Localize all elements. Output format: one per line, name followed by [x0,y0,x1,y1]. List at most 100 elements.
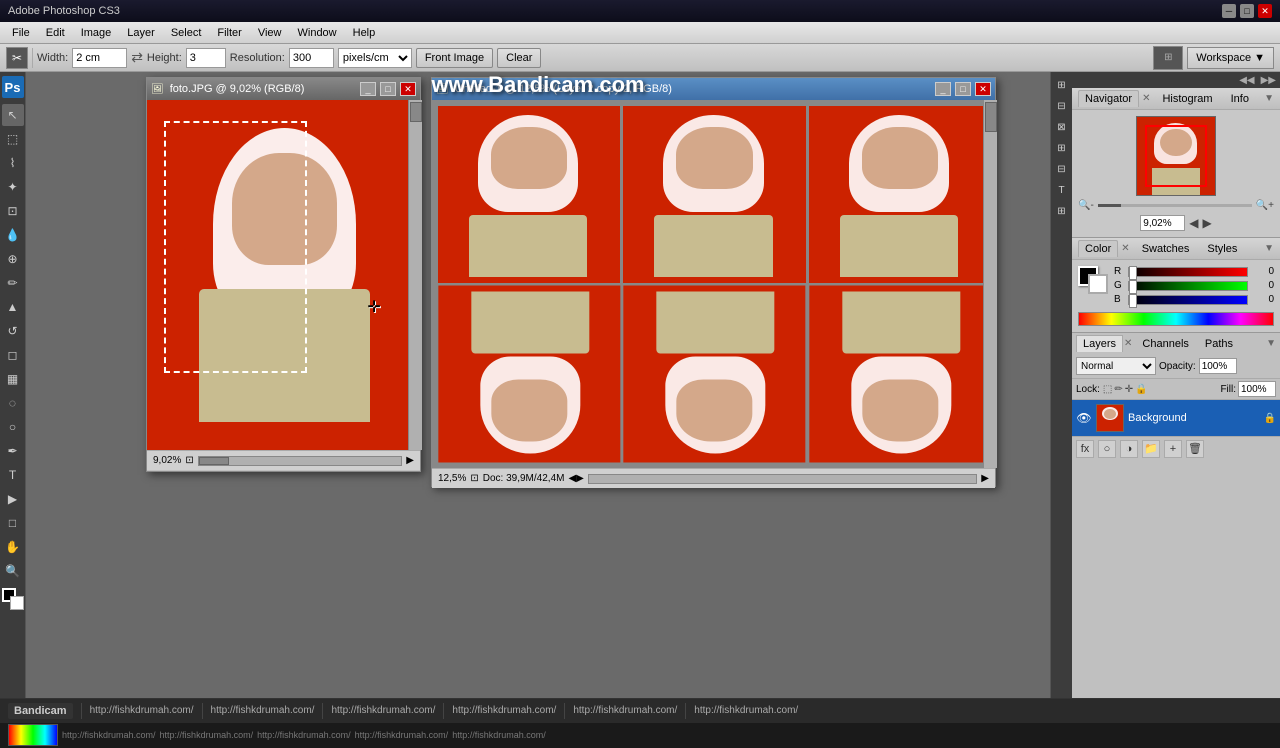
doc1-scroll-right[interactable]: ▶ [406,455,414,466]
front-image-button[interactable]: Front Image [416,48,493,68]
channels-tab[interactable]: Channels [1136,336,1194,352]
swap-icon[interactable]: ⇄ [131,49,143,66]
doc2-scroll-right[interactable]: ▶ [981,473,989,484]
lock-all-btn[interactable]: 🔒 [1135,384,1147,395]
workspace-button[interactable]: Workspace ▼ [1187,47,1274,69]
doc2-view-icon[interactable]: ⊡ [470,473,478,484]
doc1-view-icon[interactable]: ⊡ [185,455,193,466]
menu-edit[interactable]: Edit [38,25,73,41]
swatches-tab[interactable]: Swatches [1136,241,1196,257]
panel-icon-6[interactable]: T [1053,181,1071,199]
layer-mask-btn[interactable]: ○ [1098,440,1116,458]
gradient-tool[interactable]: ▦ [2,368,24,390]
panel-icon-7[interactable]: ⊞ [1053,202,1071,220]
fg-bg-color-picker[interactable] [1078,266,1108,294]
navigator-tab[interactable]: Navigator [1078,90,1139,107]
height-input[interactable] [186,48,226,68]
menu-view[interactable]: View [250,25,290,41]
background-color-swatch[interactable] [1088,274,1108,294]
navigator-options-btn[interactable]: ▼ [1264,93,1274,104]
zoom-out-icon[interactable]: 🔍- [1078,200,1094,211]
brush-tool[interactable]: ✏ [2,272,24,294]
menu-select[interactable]: Select [163,25,210,41]
zoom-in-icon[interactable]: 🔍+ [1256,200,1274,211]
panel-icon-5[interactable]: ⊟ [1053,160,1071,178]
menu-image[interactable]: Image [73,25,120,41]
color-options-btn[interactable]: ▼ [1264,243,1274,254]
doc1-hscroll-thumb[interactable] [199,457,229,465]
histogram-tab[interactable]: Histogram [1156,91,1218,107]
delete-layer-btn[interactable]: 🗑 [1186,440,1204,458]
layer-style-btn[interactable]: fx [1076,440,1094,458]
green-slider[interactable] [1128,281,1248,291]
info-tab[interactable]: Info [1225,91,1255,107]
doc2-close-btn[interactable]: ✕ [975,82,991,96]
minimize-btn[interactable]: ─ [1222,4,1236,18]
doc2-vscroll-thumb[interactable] [985,102,997,132]
width-input[interactable] [72,48,127,68]
zoom-slider-track[interactable] [1098,204,1252,207]
menu-help[interactable]: Help [345,25,384,41]
crop-tool[interactable]: ⊡ [2,200,24,222]
blend-mode-select[interactable]: Normal Multiply Screen [1076,357,1156,375]
doc2-restore-btn[interactable]: □ [955,82,971,96]
color-close-btn[interactable]: ✕ [1121,243,1129,254]
blue-slider-thumb[interactable] [1129,294,1137,308]
paths-tab[interactable]: Paths [1199,336,1239,352]
zoom-tool[interactable]: 🔍 [2,560,24,582]
text-tool[interactable]: T [2,464,24,486]
close-btn[interactable]: ✕ [1258,4,1272,18]
clone-stamp-tool[interactable]: ▲ [2,296,24,318]
doc2-minimize-btn[interactable]: _ [935,82,951,96]
group-layers-btn[interactable]: 📁 [1142,440,1160,458]
hand-tool[interactable]: ✋ [2,536,24,558]
doc2-info-arrow[interactable]: ◀▶ [568,473,583,484]
pen-tool[interactable]: ✒ [2,440,24,462]
eyedropper-tool[interactable]: 💧 [2,224,24,246]
doc1-maximize-btn[interactable]: □ [380,82,396,96]
red-slider-thumb[interactable] [1129,266,1137,280]
healing-brush-tool[interactable]: ⊕ [2,248,24,270]
layers-close-btn[interactable]: ✕ [1124,338,1132,349]
background-layer-item[interactable]: 👁 Background 🔒 [1072,400,1280,436]
doc1-close-btn[interactable]: ✕ [400,82,416,96]
doc2-titlebar[interactable]: 🖼 Untitled-1 @ 12,5% (Layer 2 copy 2, RG… [432,78,995,100]
panel-expand-right-btn[interactable]: ▶▶ [1261,75,1276,86]
resolution-unit-select[interactable]: pixels/cm pixels/inch [338,48,412,68]
workspace-icon[interactable]: ⊞ [1153,46,1183,70]
doc1-vscrollbar[interactable] [408,100,422,450]
navigator-zoom-input[interactable] [1140,215,1185,231]
navigator-zoom-decrease[interactable]: ◀ [1189,216,1198,230]
adjustment-layer-btn[interactable]: ◑ [1120,440,1138,458]
color-tab[interactable]: Color [1078,240,1118,257]
history-brush-tool[interactable]: ↺ [2,320,24,342]
menu-file[interactable]: File [4,25,38,41]
panel-icon-4[interactable]: ⊞ [1053,139,1071,157]
marquee-tool[interactable]: ⬚ [2,128,24,150]
dodge-tool[interactable]: ○ [2,416,24,438]
doc2-hscrollbar[interactable] [588,474,977,484]
menu-filter[interactable]: Filter [209,25,249,41]
menu-layer[interactable]: Layer [119,25,163,41]
layer-visibility-icon[interactable]: 👁 [1076,410,1092,426]
color-spectrum-bar[interactable] [1078,312,1274,326]
red-slider[interactable] [1128,267,1248,277]
panel-collapse-left-btn[interactable]: ◀◀ [1239,75,1254,86]
lock-image-pixels-btn[interactable]: ✏ [1114,384,1122,395]
clear-button[interactable]: Clear [497,48,541,68]
blur-tool[interactable]: ◌ [2,392,24,414]
lasso-tool[interactable]: ⌇ [2,152,24,174]
shape-tool[interactable]: □ [2,512,24,534]
taskbar-thumbnail[interactable] [8,724,58,746]
resolution-input[interactable] [289,48,334,68]
move-tool[interactable]: ↖ [2,104,24,126]
eraser-tool[interactable]: ◻ [2,344,24,366]
opacity-input[interactable] [1199,358,1237,374]
lock-position-btn[interactable]: ✛ [1125,384,1133,395]
panel-icon-3[interactable]: ⊠ [1053,118,1071,136]
magic-wand-tool[interactable]: ✦ [2,176,24,198]
doc2-vscrollbar[interactable] [983,100,997,468]
panel-icon-2[interactable]: ⊟ [1053,97,1071,115]
doc1-minimize-btn[interactable]: _ [360,82,376,96]
menu-window[interactable]: Window [290,25,345,41]
